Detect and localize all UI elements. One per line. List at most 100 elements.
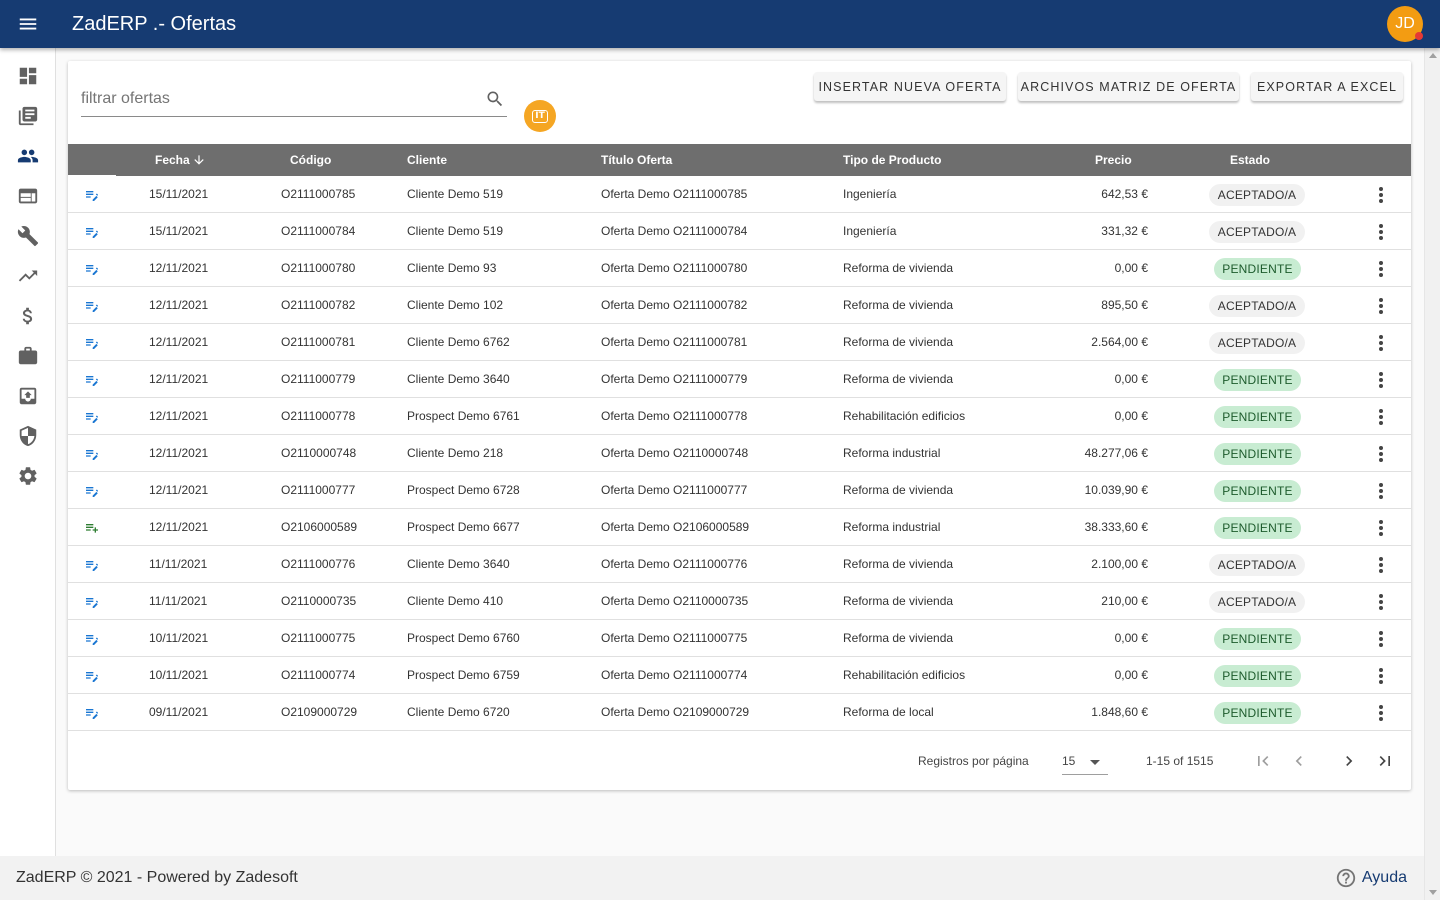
table-header: Fecha Código Cliente Título Oferta Tipo … [68,144,1411,177]
table-row[interactable]: 12/11/2021 O2111000780 Cliente Demo 93 Ofer… [68,250,1411,287]
cell-precio: 642,53 € [1101,187,1148,201]
table-row[interactable]: 09/11/2021 O2109000729 Cliente Demo 6720 Of… [68,694,1411,731]
page-range: 1-15 of 1515 [1146,754,1214,768]
settings-gear-icon[interactable] [0,456,56,496]
playlist-add-icon[interactable] [84,509,100,546]
more-vert-icon[interactable] [1372,666,1390,686]
col-fecha[interactable]: Fecha [155,144,206,176]
table-row[interactable]: 12/11/2021 O2111000778 Prospect Demo 6761 O… [68,398,1411,435]
cell-cliente: Cliente Demo 3640 [407,557,510,571]
more-vert-icon[interactable] [1372,592,1390,612]
rows-per-page-value: 15 [1062,754,1076,768]
table-row[interactable]: 12/11/2021 O2110000748 Cliente Demo 218 Ofe… [68,435,1411,472]
col-precio[interactable]: Precio [1095,144,1132,176]
more-vert-icon[interactable] [1372,481,1390,501]
cell-codigo: O2111000781 [281,335,356,349]
previous-page-icon[interactable] [1287,749,1311,773]
search-icon[interactable] [485,89,505,109]
more-vert-icon[interactable] [1372,444,1390,464]
help-link[interactable]: Ayuda [1335,867,1407,889]
rows-per-page-label: Registros por página [918,754,1029,768]
col-codigo[interactable]: Código [290,144,331,176]
it-badge-label: IT [532,109,548,123]
more-vert-icon[interactable] [1372,259,1390,279]
cell-codigo: O2111000777 [281,483,356,497]
table-row[interactable]: 10/11/2021 O2111000774 Prospect Demo 6759 O… [68,657,1411,694]
trending-up-icon[interactable] [0,256,56,296]
library-books-icon[interactable] [0,96,56,136]
table-row[interactable]: 11/11/2021 O2111000776 Cliente Demo 3640 Of… [68,546,1411,583]
col-estado[interactable]: Estado [1230,144,1270,176]
edit-note-icon[interactable] [84,361,100,398]
wrench-icon[interactable] [0,216,56,256]
export-excel-button[interactable]: EXPORTAR A EXCEL [1251,72,1403,101]
table-row[interactable]: 15/11/2021 O2111000784 Cliente Demo 519 Ofe… [68,213,1411,250]
user-avatar[interactable]: JD [1387,6,1423,42]
edit-note-icon[interactable] [84,176,100,213]
table-row[interactable]: 12/11/2021 O2111000777 Prospect Demo 6728 O… [68,472,1411,509]
more-vert-icon[interactable] [1372,407,1390,427]
archive-upload-icon[interactable] [0,376,56,416]
table-row[interactable]: 11/11/2021 O2110000735 Cliente Demo 410 Ofe… [68,583,1411,620]
table-row[interactable]: 12/11/2021 O2106000589 Prospect Demo 6677 O… [68,509,1411,546]
last-page-icon[interactable] [1373,749,1397,773]
insert-offer-button[interactable]: INSERTAR NUEVA OFERTA [814,72,1006,101]
table-row[interactable]: 10/11/2021 O2111000775 Prospect Demo 6760 O… [68,620,1411,657]
edit-note-icon[interactable] [84,250,100,287]
scroll-up-icon[interactable] [1429,53,1437,58]
more-vert-icon[interactable] [1372,703,1390,723]
table-body: 15/11/2021 O2111000785 Cliente Demo 519 Ofe… [68,176,1411,731]
matrix-files-button[interactable]: ARCHIVOS MATRIZ DE OFERTA [1018,72,1239,101]
cell-tipo: Reforma de vivienda [843,594,954,608]
dollar-icon[interactable] [0,296,56,336]
edit-note-icon[interactable] [84,694,100,731]
more-vert-icon[interactable] [1372,555,1390,575]
filter-input[interactable] [81,83,471,115]
edit-note-icon[interactable] [84,398,100,435]
web-window-icon[interactable] [0,176,56,216]
cell-cliente: Prospect Demo 6760 [407,631,520,645]
table-row[interactable]: 12/11/2021 O2111000782 Cliente Demo 102 Ofe… [68,287,1411,324]
cell-tipo: Rehabilitación edificios [843,409,966,423]
more-vert-icon[interactable] [1372,370,1390,390]
more-vert-icon[interactable] [1372,518,1390,538]
filter-field[interactable] [81,83,507,117]
cell-codigo: O2111000778 [281,409,356,423]
col-cliente[interactable]: Cliente [407,144,447,176]
briefcase-icon[interactable] [0,336,56,376]
edit-note-icon[interactable] [84,620,100,657]
edit-note-icon[interactable] [84,324,100,361]
edit-note-icon[interactable] [84,472,100,509]
more-vert-icon[interactable] [1372,222,1390,242]
vertical-scrollbar[interactable] [1424,48,1440,900]
cell-tipo: Reforma de vivienda [843,298,954,312]
cell-codigo: O2111000774 [281,668,356,682]
menu-icon[interactable] [0,0,56,48]
cell-titulo: Oferta Demo O2111000778 [601,409,748,423]
edit-note-icon[interactable] [84,546,100,583]
dashboard-icon[interactable] [0,56,56,96]
table-row[interactable]: 12/11/2021 O2111000781 Cliente Demo 6762 Of… [68,324,1411,361]
edit-note-icon[interactable] [84,213,100,250]
status-badge: PENDIENTE [1214,517,1301,539]
more-vert-icon[interactable] [1372,629,1390,649]
edit-note-icon[interactable] [84,287,100,324]
more-vert-icon[interactable] [1372,185,1390,205]
cell-codigo: O2111000784 [281,224,356,238]
more-vert-icon[interactable] [1372,333,1390,353]
it-badge-button[interactable]: IT [524,100,556,132]
edit-note-icon[interactable] [84,583,100,620]
first-page-icon[interactable] [1251,749,1275,773]
more-vert-icon[interactable] [1372,296,1390,316]
edit-note-icon[interactable] [84,435,100,472]
security-shield-icon[interactable] [0,416,56,456]
people-icon[interactable] [0,136,56,176]
rows-per-page-select[interactable]: 15 [1062,747,1108,775]
next-page-icon[interactable] [1337,749,1361,773]
edit-note-icon[interactable] [84,657,100,694]
table-row[interactable]: 15/11/2021 O2111000785 Cliente Demo 519 Ofe… [68,176,1411,213]
table-row[interactable]: 12/11/2021 O2111000779 Cliente Demo 3640 Of… [68,361,1411,398]
col-tipo[interactable]: Tipo de Producto [843,144,941,176]
scroll-down-icon[interactable] [1429,890,1437,895]
col-titulo[interactable]: Título Oferta [601,144,672,176]
